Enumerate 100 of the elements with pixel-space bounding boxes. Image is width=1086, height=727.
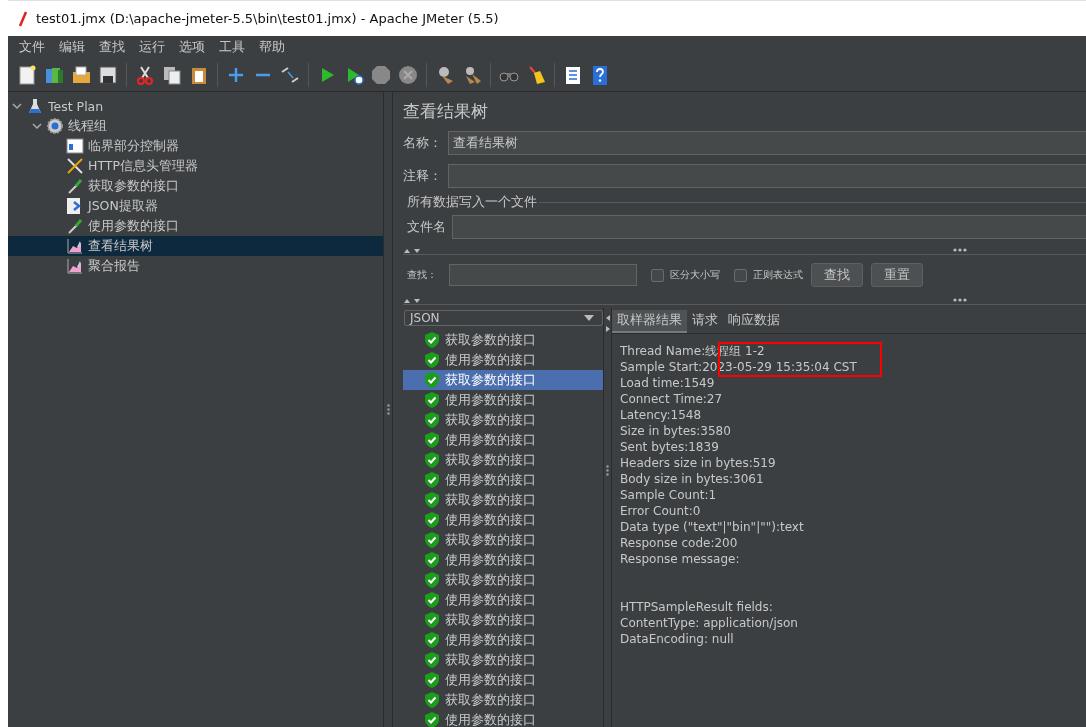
check-shield-icon — [425, 712, 439, 727]
result-line: Latency:1548 — [620, 407, 703, 423]
tab[interactable]: 响应数据 — [723, 310, 785, 333]
chart-icon — [66, 257, 84, 275]
result-line: Connect Time:27 — [620, 391, 724, 407]
check-shield-icon — [425, 592, 439, 608]
chevron-down-icon[interactable] — [12, 102, 22, 110]
result-line: Sample Count:1 — [620, 487, 718, 503]
menu-item[interactable]: 编辑 — [52, 38, 92, 56]
tree-item[interactable]: Test Plan — [8, 96, 383, 116]
filename-field[interactable] — [452, 215, 1086, 239]
check-shield-icon — [425, 632, 439, 648]
splitter-handle-icon[interactable] — [606, 465, 609, 476]
result-item[interactable]: 获取参数的接口 — [403, 410, 603, 430]
chevron-down-icon[interactable] — [32, 122, 42, 130]
check-shield-icon — [425, 412, 439, 428]
result-line: Size in bytes:3580 — [620, 423, 732, 439]
new-document-icon[interactable] — [16, 63, 38, 86]
splitter-handle-icon[interactable] — [953, 248, 967, 252]
split-arrows-icon[interactable] — [604, 314, 611, 334]
result-line: Response message: — [620, 551, 741, 567]
check-shield-icon — [425, 532, 439, 548]
tree-item[interactable]: 获取参数的接口 — [8, 176, 383, 196]
search-button[interactable]: 查找 — [811, 263, 863, 287]
result-line: Body size in bytes:3061 — [620, 471, 765, 487]
pipette-icon — [66, 217, 84, 235]
result-item[interactable]: 获取参数的接口 — [403, 450, 603, 470]
result-item[interactable]: 使用参数的接口 — [403, 670, 603, 690]
flask-icon — [26, 97, 44, 115]
tree-item[interactable]: 使用参数的接口 — [8, 216, 383, 236]
search-field[interactable] — [449, 264, 637, 286]
shutdown-icon[interactable] — [397, 63, 419, 86]
name-field[interactable]: 查看结果树 — [448, 131, 1086, 155]
field-label: 注释： — [403, 167, 442, 185]
tree-item[interactable]: 临界部分控制器 — [8, 136, 383, 156]
tab[interactable]: 取样器结果 — [612, 310, 687, 333]
field-label: 文件名 — [407, 218, 446, 236]
result-item[interactable]: 获取参数的接口 — [403, 650, 603, 670]
check-shield-icon — [425, 692, 439, 708]
result-line: Headers size in bytes:519 — [620, 455, 777, 471]
result-item[interactable]: 使用参数的接口 — [403, 430, 603, 450]
check-shield-icon — [425, 372, 439, 388]
result-item[interactable]: 使用参数的接口 — [403, 590, 603, 610]
menu-item[interactable]: 选项 — [172, 38, 212, 56]
tab[interactable]: 请求 — [687, 310, 723, 333]
tree-item[interactable]: 线程组 — [8, 116, 383, 136]
result-item[interactable]: 使用参数的接口 — [403, 470, 603, 490]
tree-item[interactable]: JSON提取器 — [8, 196, 383, 216]
result-item[interactable]: 获取参数的接口 — [403, 690, 603, 710]
search-label: 查找： — [407, 268, 438, 282]
result-item[interactable]: 使用参数的接口 — [403, 350, 603, 370]
check-shield-icon — [425, 552, 439, 568]
check-shield-icon — [425, 612, 439, 628]
open-folder-icon[interactable] — [70, 63, 92, 86]
dropdown-arrow-icon — [584, 315, 594, 321]
checkbox-label: 区分大小写 — [670, 268, 720, 282]
save-icon[interactable] — [97, 63, 119, 86]
reset-button[interactable]: 重置 — [871, 263, 923, 287]
window-title: test01.jmx (D:\apache-jmeter-5.5\bin\test01.jmx) - Apache JMeter (5.5) — [36, 11, 499, 26]
group-title: 所有数据写入一个文件 — [407, 194, 537, 211]
menu-item[interactable]: 帮助 — [252, 38, 292, 56]
checkbox[interactable] — [734, 268, 747, 282]
renderer-dropdown[interactable]: JSON — [404, 310, 603, 326]
menu-item[interactable]: 运行 — [132, 38, 172, 56]
check-shield-icon — [425, 352, 439, 368]
check-shield-icon — [425, 572, 439, 588]
menu-item[interactable]: 查找 — [92, 38, 132, 56]
check-shield-icon — [425, 432, 439, 448]
result-item[interactable]: 使用参数的接口 — [403, 550, 603, 570]
result-line: Load time:1549 — [620, 375, 716, 391]
result-line: Error Count:0 — [620, 503, 702, 519]
menu-item[interactable]: 文件 — [12, 38, 52, 56]
tree-item[interactable]: 聚合报告 — [8, 256, 383, 276]
result-item[interactable]: 获取参数的接口 — [403, 330, 603, 350]
result-item[interactable]: 获取参数的接口 — [403, 370, 603, 390]
check-shield-icon — [425, 472, 439, 488]
checkbox[interactable] — [651, 268, 664, 282]
result-item[interactable]: 使用参数的接口 — [403, 710, 603, 727]
field-label: 名称： — [403, 134, 442, 152]
result-item[interactable]: 获取参数的接口 — [403, 610, 603, 630]
tree-item[interactable]: 查看结果树 — [8, 236, 383, 256]
splitter-handle-icon[interactable] — [953, 298, 967, 302]
result-line: Sent bytes:1839 — [620, 439, 720, 455]
result-line: DataEncoding: null — [620, 631, 735, 647]
menu-item[interactable]: 工具 — [212, 38, 252, 56]
result-item[interactable]: 获取参数的接口 — [403, 490, 603, 510]
result-item[interactable]: 使用参数的接口 — [403, 510, 603, 530]
check-shield-icon — [425, 512, 439, 528]
result-item[interactable]: 获取参数的接口 — [403, 570, 603, 590]
stop-icon[interactable] — [370, 63, 392, 86]
tree-item[interactable]: HTTP信息头管理器 — [8, 156, 383, 176]
feather-icon — [18, 10, 28, 27]
check-shield-icon — [425, 332, 439, 348]
result-item[interactable]: 获取参数的接口 — [403, 530, 603, 550]
result-line: ContentType: application/json — [620, 615, 799, 631]
result-item[interactable]: 使用参数的接口 — [403, 390, 603, 410]
result-item[interactable]: 使用参数的接口 — [403, 630, 603, 650]
result-line: Data type ("text"|"bin"|""):text — [620, 519, 805, 535]
comment-field[interactable] — [448, 164, 1086, 188]
splitter-handle-icon[interactable] — [386, 404, 390, 415]
